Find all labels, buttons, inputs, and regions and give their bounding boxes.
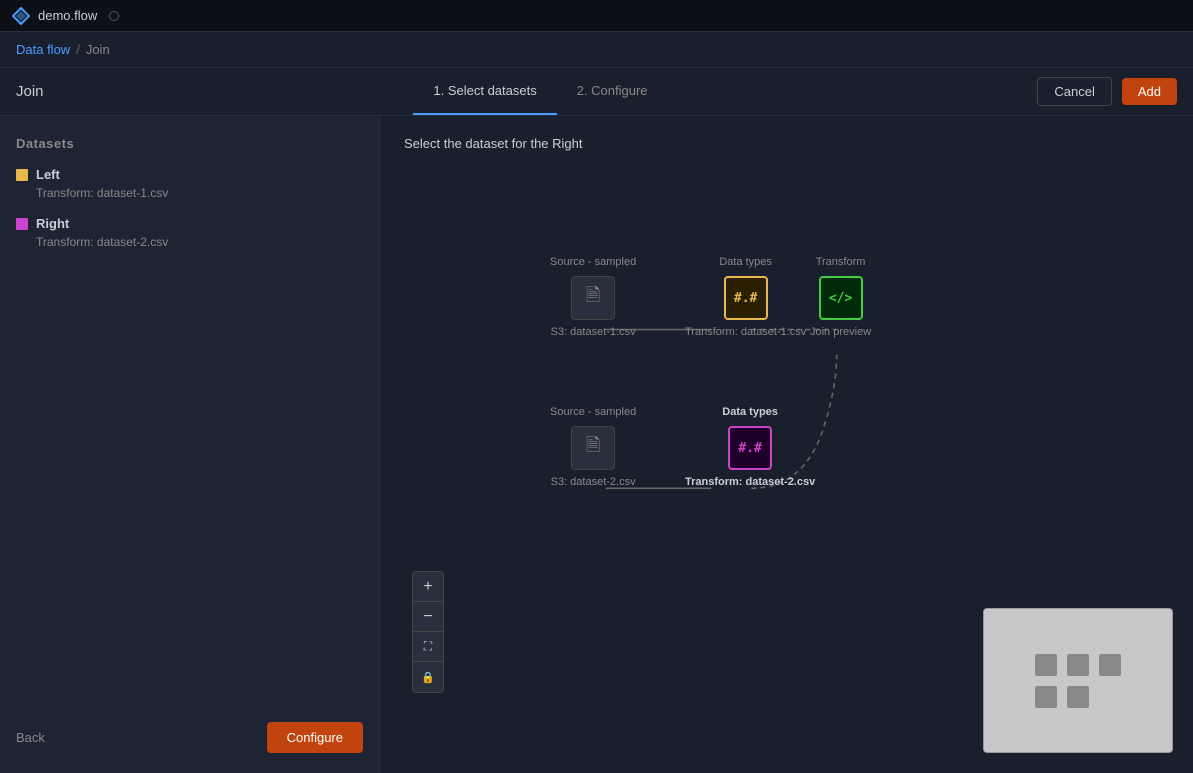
lock-button[interactable]: 🔒 [413, 662, 443, 692]
row1-transform-node: Transform </> Join preview [810, 256, 871, 338]
right-panel: Select the dataset for the Right Source … [380, 116, 1193, 773]
row1-source-caption: S3: dataset-1.csv [551, 326, 636, 338]
breadcrumb: Data flow / Join [0, 32, 1193, 68]
header-actions: Cancel Add [1037, 77, 1177, 106]
row2-datatypes-label: Data types [722, 406, 778, 418]
app-name: demo.flow [38, 8, 97, 23]
zoom-out-button[interactable]: − [413, 602, 443, 632]
tab-select-datasets[interactable]: 1. Select datasets [413, 68, 556, 115]
tab-configure[interactable]: 2. Configure [557, 68, 668, 115]
row2-source-box[interactable]: 🗎 [571, 426, 615, 470]
row1-datatypes-box[interactable]: #.# [724, 276, 768, 320]
app-logo [12, 7, 30, 25]
breadcrumb-link[interactable]: Data flow [16, 42, 70, 57]
dataset-right-label: Right [16, 216, 363, 231]
row1-source-node: Source - sampled 🗎 S3: dataset-1.csv [550, 256, 636, 338]
cancel-button[interactable]: Cancel [1037, 77, 1111, 106]
left-panel-footer: Back Configure [16, 722, 363, 753]
row2-source-node: Source - sampled 🗎 S3: dataset-2.csv [550, 406, 636, 488]
row2-source-label: Source - sampled [550, 406, 636, 418]
row1-datatypes-caption: Transform: dataset-1.csv [685, 326, 806, 338]
dataset-right-subtitle: Transform: dataset-2.csv [36, 235, 363, 249]
code-icon-row1: </> [829, 291, 852, 306]
breadcrumb-separator: / [76, 42, 80, 57]
row2-source-caption: S3: dataset-2.csv [551, 476, 636, 488]
row2-datatypes-caption: Transform: dataset-2.csv [685, 476, 815, 488]
datasets-title: Datasets [16, 136, 363, 151]
hash-icon-row1: #.# [734, 291, 757, 306]
hash-icon-row2: #.# [738, 441, 761, 456]
row1-source-box[interactable]: 🗎 [571, 276, 615, 320]
canvas-instruction: Select the dataset for the Right [380, 116, 1193, 171]
minimap [983, 608, 1173, 753]
zoom-in-button[interactable]: + [413, 572, 443, 602]
dataset-right: Right Transform: dataset-2.csv [16, 216, 363, 249]
minimap-dot-1 [1035, 654, 1057, 676]
right-color-indicator [16, 218, 28, 230]
page-title: Join [16, 83, 44, 100]
minimap-dot-2 [1067, 654, 1089, 676]
header: Join 1. Select datasets 2. Configure Can… [0, 68, 1193, 116]
main-content: Datasets Left Transform: dataset-1.csv R… [0, 116, 1193, 773]
minimap-dot-4 [1035, 686, 1057, 708]
configure-button[interactable]: Configure [267, 722, 363, 753]
dataset-left: Left Transform: dataset-1.csv [16, 167, 363, 200]
title-bar: demo.flow [0, 0, 1193, 32]
csv-icon-row2: 🗎 [586, 433, 600, 463]
row1-datatypes-node: Data types #.# Transform: dataset-1.csv [685, 256, 806, 338]
minimap-dot-5 [1067, 686, 1089, 708]
row1-datatypes-label: Data types [719, 256, 772, 268]
dataset-left-label: Left [16, 167, 363, 182]
row2-datatypes-box[interactable]: #.# [728, 426, 772, 470]
add-button[interactable]: Add [1122, 78, 1177, 105]
csv-icon-row1: 🗎 [586, 283, 600, 313]
row1-source-label: Source - sampled [550, 256, 636, 268]
row1-transform-label: Transform [816, 256, 866, 268]
minimap-content [1035, 654, 1121, 708]
row1-transform-caption: Join preview [810, 326, 871, 338]
dataset-left-subtitle: Transform: dataset-1.csv [36, 186, 363, 200]
unsaved-indicator [109, 11, 119, 21]
left-panel: Datasets Left Transform: dataset-1.csv R… [0, 116, 380, 773]
row1-transform-box[interactable]: </> [819, 276, 863, 320]
minimap-dot-3 [1099, 654, 1121, 676]
back-button[interactable]: Back [16, 730, 45, 745]
left-color-indicator [16, 169, 28, 181]
fit-button[interactable]: ⛶ [413, 632, 443, 662]
zoom-controls: + − ⛶ 🔒 [412, 571, 444, 693]
breadcrumb-current: Join [86, 42, 110, 57]
row2-datatypes-node: Data types #.# Transform: dataset-2.csv [685, 406, 815, 488]
tabs: 1. Select datasets 2. Configure [413, 68, 667, 115]
